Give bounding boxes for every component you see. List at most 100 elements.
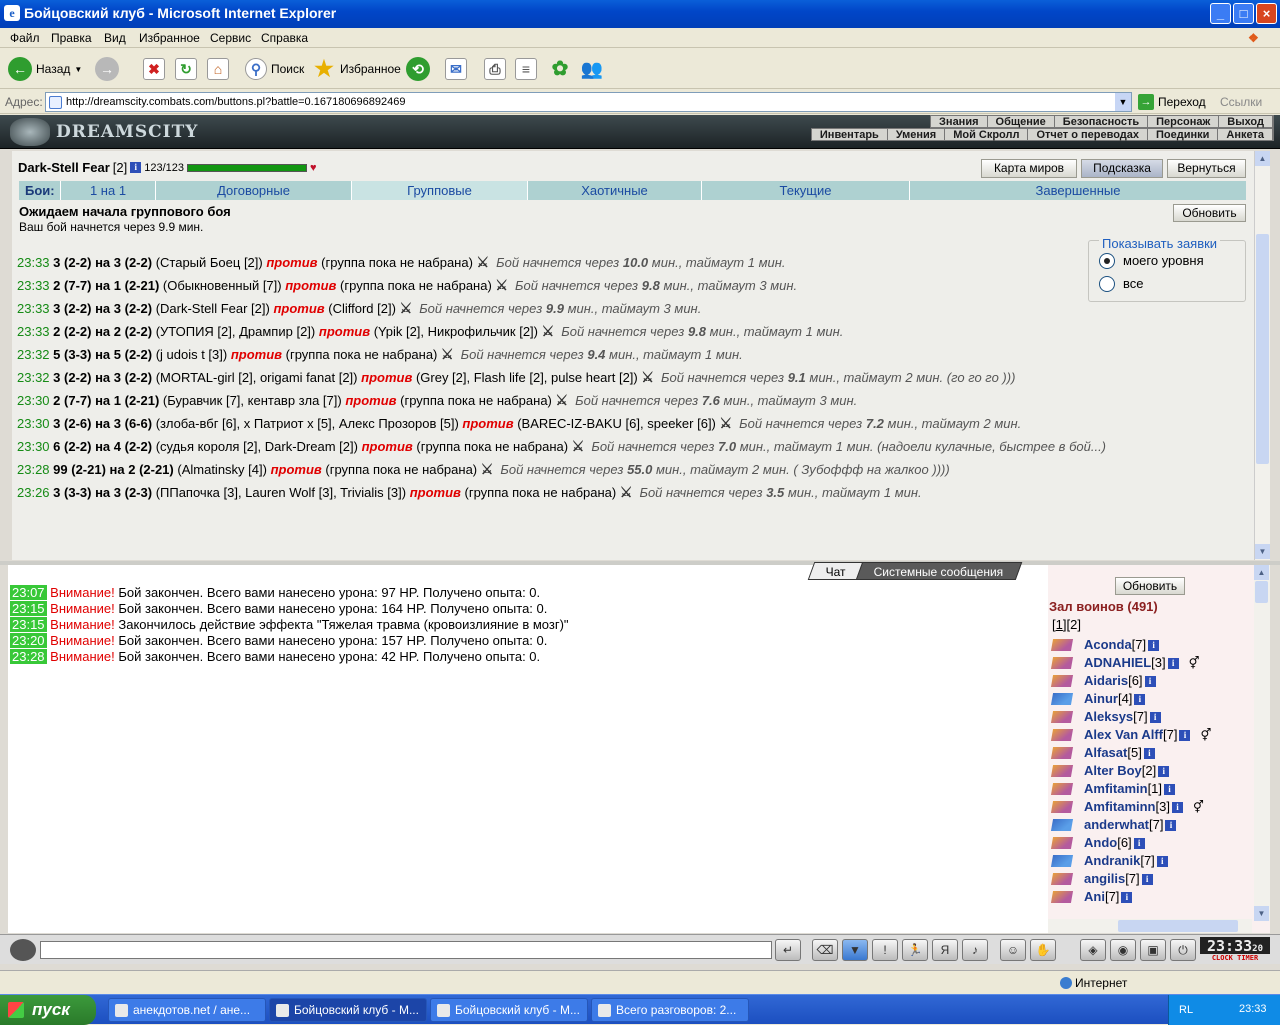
site-logo[interactable]: DREAMSCITY [10, 118, 198, 146]
join-swords-icon[interactable]: ⚔ [441, 347, 457, 363]
join-swords-icon[interactable]: ⚔ [542, 324, 558, 340]
info-icon[interactable]: i [1164, 783, 1176, 795]
back-page-button[interactable]: Вернуться [1167, 159, 1246, 178]
scroll-down-icon[interactable]: ▼ [1255, 544, 1270, 559]
translate-icon[interactable]: Я [932, 939, 958, 961]
message-time[interactable]: 23:28 [10, 649, 47, 664]
hscroll-thumb[interactable] [1118, 920, 1238, 932]
smile-icon[interactable]: ☺ [1000, 939, 1026, 961]
nav-character[interactable]: Персонаж [1148, 116, 1220, 128]
tab-1v1[interactable]: 1 на 1 [61, 181, 156, 200]
message-time[interactable]: 23:15 [10, 601, 47, 616]
bid-side2[interactable]: (группа пока не набрана) [286, 347, 438, 362]
run-icon[interactable]: 🏃 [902, 939, 928, 961]
player-row[interactable]: Aidaris [6] i [1050, 672, 1211, 690]
nav-skills[interactable]: Умения [888, 129, 946, 141]
alert-icon[interactable]: ! [872, 939, 898, 961]
send-icon[interactable]: ↵ [775, 939, 801, 961]
exit-icon[interactable]: ⏻ [1170, 939, 1196, 961]
go-button[interactable]: → Переход [1138, 94, 1206, 110]
bid-side1[interactable]: (злоба-вбг [6], x Патриот x [5], Алекс П… [156, 416, 459, 431]
tab-chaotic[interactable]: Хаотичные [528, 181, 702, 200]
player-row[interactable]: angilis [7] i [1050, 870, 1211, 888]
info-icon[interactable]: i [1133, 837, 1145, 849]
back-button[interactable]: ← Назад ▼ [8, 55, 82, 83]
bid-side2[interactable]: (группа пока не набрана) [325, 462, 477, 477]
refresh-button[interactable]: ↻ [175, 55, 197, 83]
join-swords-icon[interactable]: ⚔ [572, 439, 588, 455]
stop-button[interactable]: ✖ [143, 55, 165, 83]
task-anekdotov[interactable]: анекдотов.net / ане... [108, 998, 266, 1022]
edit-button[interactable]: ≡ [515, 55, 537, 83]
refresh-button[interactable]: Обновить [1173, 204, 1246, 222]
scroll-up-icon[interactable]: ▲ [1255, 151, 1270, 166]
print-button[interactable]: ⎙ [484, 55, 506, 83]
bid-side2[interactable]: (группа пока не набрана) [340, 278, 492, 293]
player-row[interactable]: Alfasat [5] i [1050, 744, 1211, 762]
mail-button[interactable]: ✉ [445, 55, 467, 83]
info-icon[interactable]: i [1171, 801, 1183, 813]
bid-side1[interactable]: (j udois t [3]) [156, 347, 228, 362]
join-swords-icon[interactable]: ⚔ [400, 301, 416, 317]
messenger-button[interactable]: 👥 [580, 55, 604, 83]
player-row[interactable]: Aleksys [7] i [1050, 708, 1211, 726]
player-name[interactable]: angilis [1084, 870, 1125, 888]
roster-refresh-button[interactable]: Обновить [1115, 577, 1185, 595]
bid-side1[interactable]: (Almatinsky [4]) [177, 462, 267, 477]
task-fightclub[interactable]: Бойцовский клуб - M... [430, 998, 588, 1022]
sound-icon[interactable]: ♪ [962, 939, 988, 961]
join-swords-icon[interactable]: ⚔ [556, 393, 572, 409]
player-name[interactable]: ADNAHIEL [1084, 654, 1151, 672]
message-time[interactable]: 23:15 [10, 617, 47, 632]
bid-side2[interactable]: (группа пока не набрана) [321, 255, 473, 270]
nav-transfer-report[interactable]: Отчет о переводах [1028, 129, 1149, 141]
bid-side2[interactable]: (Clifford [2]) [328, 301, 396, 316]
roster-hscrollbar[interactable] [1048, 919, 1252, 933]
bid-side2[interactable]: (BAREC-IZ-BAKU [6], speeker [6]) [517, 416, 716, 431]
info-icon[interactable]: i [1148, 639, 1160, 651]
message-time[interactable]: 23:07 [10, 585, 47, 600]
menu-edit[interactable]: Правка [51, 31, 92, 45]
join-swords-icon[interactable]: ⚔ [477, 255, 493, 271]
bid-side2[interactable]: (Grey [2], Flash life [2], pulse heart [… [416, 370, 638, 385]
nav-exit[interactable]: Выход [1219, 116, 1273, 128]
history-button[interactable]: ⟲ [406, 55, 430, 83]
player-name[interactable]: Amfitaminn [1084, 798, 1156, 816]
player-row[interactable]: anderwhat [7] i [1050, 816, 1211, 834]
info-icon[interactable]: i [1165, 819, 1177, 831]
map-icon[interactable]: ◉ [1110, 939, 1136, 961]
bid-side1[interactable]: (Старый Боец [2]) [156, 255, 263, 270]
player-name[interactable]: Aleksys [1084, 708, 1133, 726]
menu-help[interactable]: Справка [261, 31, 308, 45]
player-row[interactable]: Ani [7] i [1050, 888, 1211, 906]
filter-icon[interactable]: ▼ [842, 939, 868, 961]
join-swords-icon[interactable]: ⚔ [641, 370, 657, 386]
bid-side1[interactable]: (судья короля [2], Dark-Dream [2]) [156, 439, 358, 454]
lock-icon[interactable]: ▣ [1140, 939, 1166, 961]
bid-side1[interactable]: (Обыкновенный [7]) [163, 278, 282, 293]
player-name[interactable]: Ando [1084, 834, 1117, 852]
player-name[interactable]: Ani [1084, 888, 1105, 906]
player-name[interactable]: Ainur [1084, 690, 1118, 708]
task-conversations[interactable]: Всего разговоров: 2... [591, 998, 749, 1022]
info-icon[interactable]: i [1143, 747, 1155, 759]
tab-agreed[interactable]: Договорные [156, 181, 352, 200]
player-name[interactable]: Alex Van Alff [1084, 726, 1163, 744]
nav-knowledge[interactable]: Знания [931, 116, 988, 128]
nav-profile[interactable]: Анкета [1218, 129, 1273, 141]
info-icon[interactable]: i [1156, 855, 1168, 867]
chat-input[interactable] [40, 941, 772, 959]
scroll-thumb[interactable] [1255, 581, 1268, 603]
menu-view[interactable]: Вид [104, 31, 126, 45]
player-row[interactable]: Ando [6] i [1050, 834, 1211, 852]
join-swords-icon[interactable]: ⚔ [620, 485, 636, 501]
info-icon[interactable]: i [1141, 873, 1153, 885]
info-icon[interactable]: i [1134, 693, 1146, 705]
page-link-1[interactable]: 1 [1056, 617, 1063, 632]
tab-system-messages[interactable]: Системные сообщения [855, 562, 1022, 580]
player-name[interactable]: Aidaris [1084, 672, 1128, 690]
minimize-button[interactable]: _ [1210, 3, 1231, 24]
roster-scrollbar[interactable]: ▲ ▼ [1254, 565, 1270, 921]
task-fightclub-active[interactable]: Бойцовский клуб - M... [269, 998, 427, 1022]
bag-icon[interactable]: ◈ [1080, 939, 1106, 961]
